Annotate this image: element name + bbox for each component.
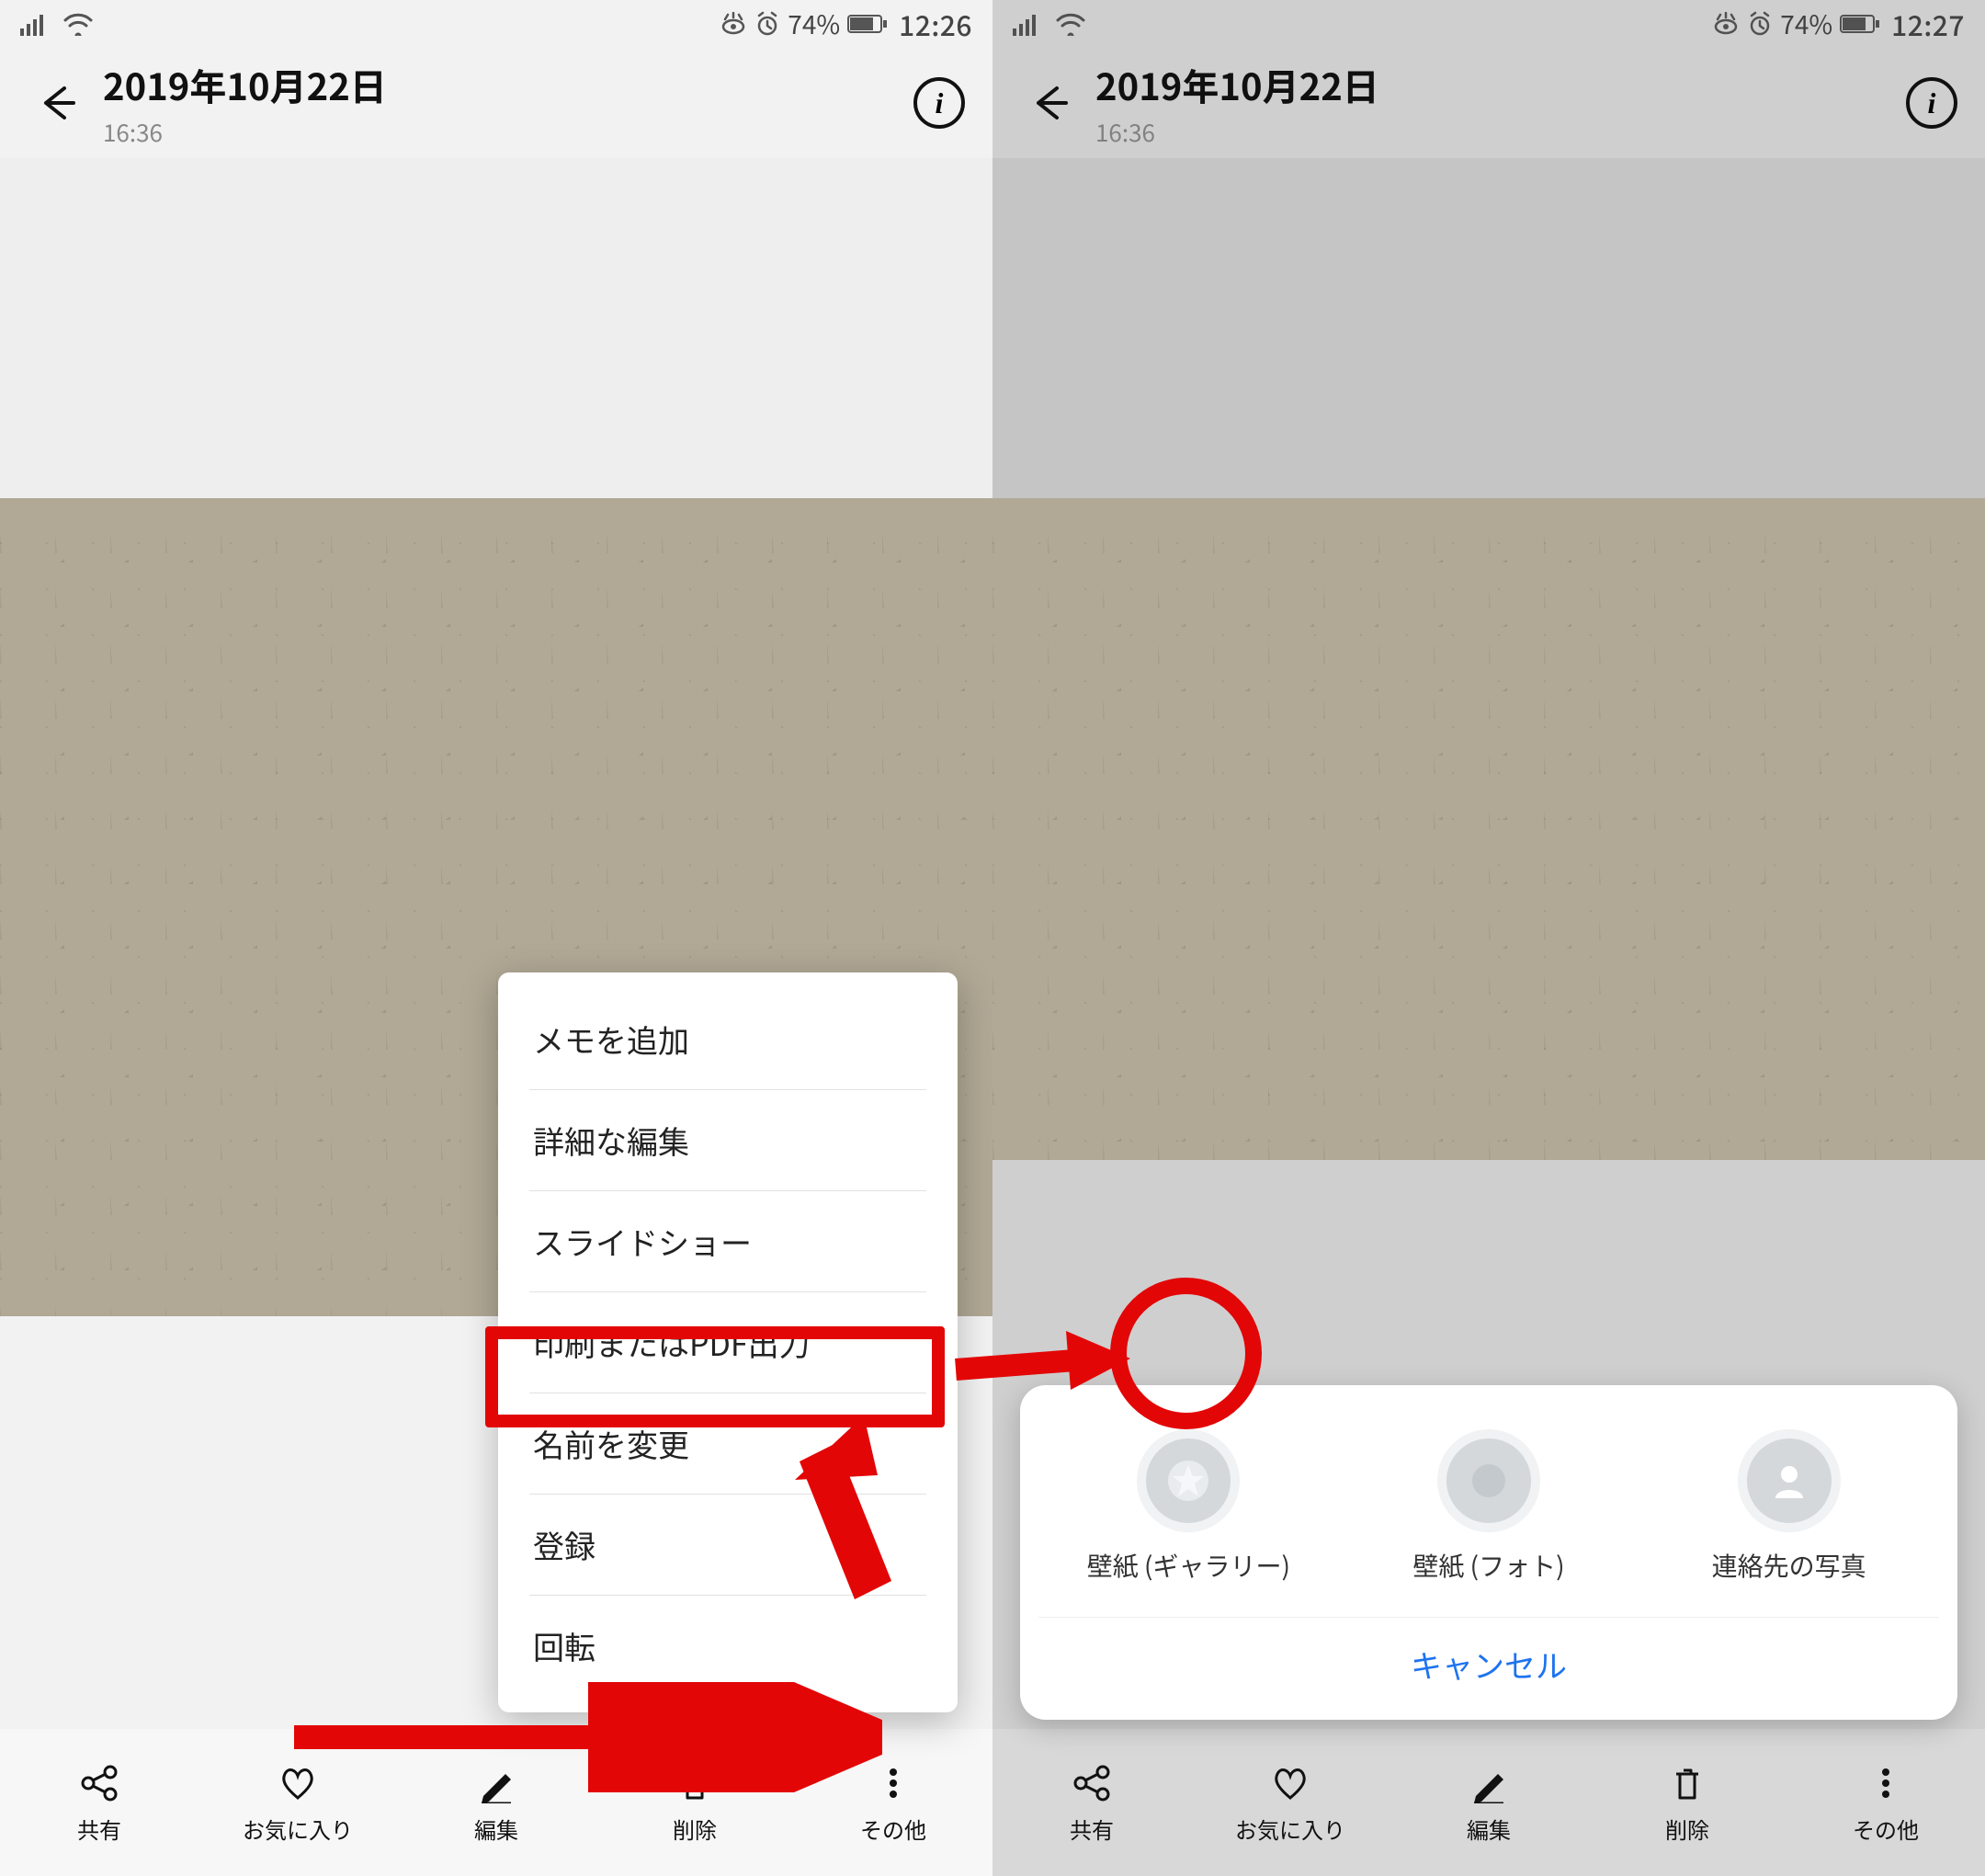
heart-icon	[1268, 1761, 1312, 1805]
status-bar: 74% 12:27	[992, 0, 1985, 48]
toolbar-label: その他	[860, 1813, 926, 1845]
eye-comfort-icon	[720, 12, 747, 36]
menu-item-advanced-edit[interactable]: 詳細な編集	[529, 1090, 926, 1191]
edit-button[interactable]: 編集	[1390, 1729, 1588, 1876]
more-button[interactable]: その他	[1786, 1729, 1985, 1876]
sheet-option-label: 壁紙 (ギャラリー)	[1087, 1547, 1290, 1584]
share-icon	[1070, 1761, 1114, 1805]
menu-item-print-pdf[interactable]: 印刷またはPDF出力	[529, 1292, 926, 1393]
toolbar-label: その他	[1853, 1813, 1919, 1845]
delete-button[interactable]: 削除	[596, 1729, 794, 1876]
menu-item-slideshow[interactable]: スライドショー	[529, 1191, 926, 1292]
wallpaper-gallery-icon	[1137, 1429, 1240, 1532]
toolbar-label: 編集	[1467, 1813, 1511, 1845]
battery-percent: 74%	[1780, 6, 1832, 42]
sheet-option-wallpaper-photo[interactable]: 壁紙 (フォト)	[1339, 1429, 1639, 1584]
info-button[interactable]: i	[1906, 77, 1957, 129]
more-button[interactable]: その他	[794, 1729, 992, 1876]
empty-space	[0, 158, 992, 498]
toolbar-label: お気に入り	[1235, 1813, 1345, 1845]
toolbar-label: 編集	[474, 1813, 518, 1845]
set-as-sheet: 壁紙 (ギャラリー) 壁紙 (フォト) 連絡先の写真 キャンセル	[1020, 1385, 1957, 1720]
share-icon	[77, 1761, 121, 1805]
toolbar-label: 共有	[1070, 1813, 1114, 1845]
photo-date: 2019年10月22日	[1095, 58, 1906, 111]
bottom-toolbar: 共有 お気に入り 編集 削除 その他	[992, 1729, 1985, 1876]
photo-viewer[interactable]	[992, 498, 1985, 1160]
more-icon	[871, 1761, 915, 1805]
share-button[interactable]: 共有	[992, 1729, 1191, 1876]
bottom-toolbar: 共有 お気に入り 編集 削除 その他	[0, 1729, 992, 1876]
trash-icon	[1665, 1761, 1709, 1805]
favorite-button[interactable]: お気に入り	[198, 1729, 397, 1876]
sheet-option-wallpaper-gallery[interactable]: 壁紙 (ギャラリー)	[1038, 1429, 1339, 1584]
toolbar-label: 削除	[1665, 1813, 1709, 1845]
more-menu-popup: メモを追加 詳細な編集 スライドショー 印刷またはPDF出力 名前を変更 登録 …	[498, 972, 958, 1712]
trash-icon	[673, 1761, 717, 1805]
sheet-option-label: 壁紙 (フォト)	[1412, 1547, 1564, 1584]
app-header: 2019年10月22日 16:36 i	[0, 48, 992, 158]
alarm-icon	[754, 11, 780, 37]
menu-item-set-as[interactable]: 登録	[529, 1495, 926, 1596]
wifi-icon	[1055, 12, 1086, 36]
wifi-icon	[62, 12, 94, 36]
phone-screenshot-right: 74% 12:27 2019年10月22日 16:36 i	[992, 0, 1985, 1876]
battery-icon	[847, 14, 888, 34]
sheet-option-contact-photo[interactable]: 連絡先の写真	[1639, 1429, 1939, 1584]
contact-photo-icon	[1738, 1429, 1841, 1532]
toolbar-label: お気に入り	[243, 1813, 353, 1845]
menu-item-rotate[interactable]: 回転	[529, 1596, 926, 1696]
signal-icon	[20, 12, 51, 36]
sheet-option-label: 連絡先の写真	[1712, 1547, 1866, 1584]
photo-date: 2019年10月22日	[103, 58, 913, 111]
signal-icon	[1013, 12, 1044, 36]
app-header: 2019年10月22日 16:36 i	[992, 48, 1985, 158]
clock-time: 12:27	[1888, 4, 1965, 44]
back-button[interactable]	[28, 74, 86, 132]
back-button[interactable]	[1020, 74, 1079, 132]
wallpaper-photo-icon	[1437, 1429, 1540, 1532]
empty-space	[992, 158, 1985, 498]
toolbar-label: 削除	[673, 1813, 717, 1845]
battery-percent: 74%	[788, 6, 840, 42]
pencil-icon	[474, 1761, 518, 1805]
toolbar-label: 共有	[77, 1813, 121, 1845]
favorite-button[interactable]: お気に入り	[1191, 1729, 1390, 1876]
menu-item-rename[interactable]: 名前を変更	[529, 1393, 926, 1495]
photo-time: 16:36	[1095, 115, 1906, 149]
edit-button[interactable]: 編集	[397, 1729, 596, 1876]
photo-time: 16:36	[103, 115, 913, 149]
heart-icon	[276, 1761, 320, 1805]
phone-screenshot-left: 74% 12:26 2019年10月22日 16:36 i	[0, 0, 992, 1876]
delete-button[interactable]: 削除	[1588, 1729, 1786, 1876]
info-button[interactable]: i	[913, 77, 965, 129]
pencil-icon	[1467, 1761, 1511, 1805]
alarm-icon	[1747, 11, 1773, 37]
share-button[interactable]: 共有	[0, 1729, 198, 1876]
more-icon	[1864, 1761, 1908, 1805]
menu-item-add-memo[interactable]: メモを追加	[529, 989, 926, 1090]
eye-comfort-icon	[1712, 12, 1740, 36]
status-bar: 74% 12:26	[0, 0, 992, 48]
sheet-cancel-button[interactable]: キャンセル	[1038, 1617, 1939, 1694]
battery-icon	[1840, 14, 1880, 34]
clock-time: 12:26	[895, 4, 972, 44]
